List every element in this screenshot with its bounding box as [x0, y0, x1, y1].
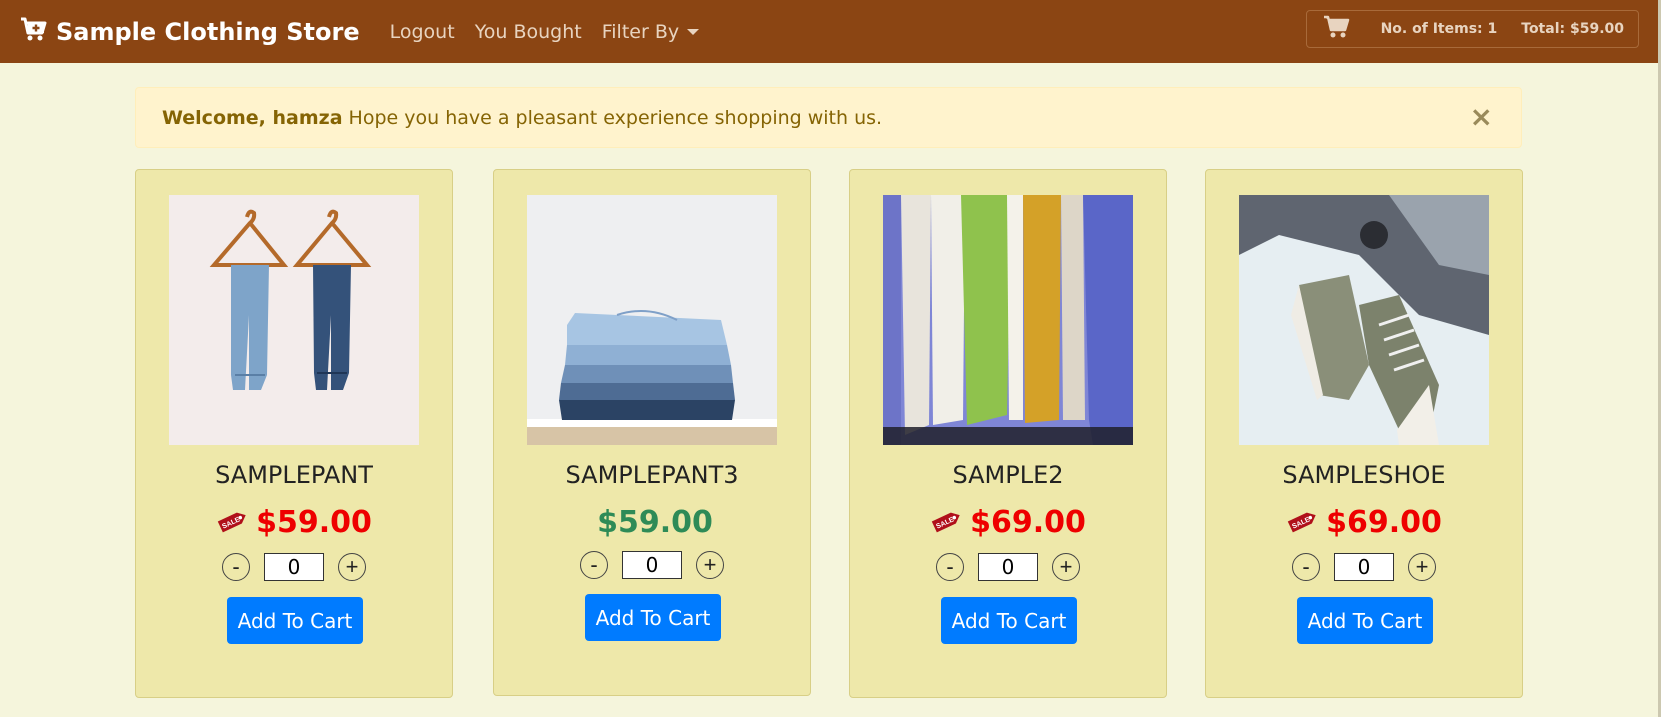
quantity-input[interactable]	[1334, 553, 1394, 581]
price-row: SALE $59.00	[136, 505, 452, 540]
decrement-button[interactable]: -	[936, 553, 964, 581]
navbar: Sample Clothing Store Logout You Bought …	[0, 0, 1661, 63]
decrement-button[interactable]: -	[1292, 553, 1320, 581]
quantity-stepper: - +	[850, 553, 1166, 581]
brand-title: Sample Clothing Store	[56, 17, 360, 46]
quantity-input[interactable]	[264, 553, 324, 581]
product-card: SAMPLEPANT SALE $59.00 - + Add To Cart	[135, 169, 453, 698]
cart-items-count: No. of Items: 1	[1380, 21, 1498, 37]
price-row: $59.00	[494, 505, 810, 540]
add-to-cart-button[interactable]: Add To Cart	[1297, 597, 1433, 644]
quantity-input[interactable]	[622, 551, 682, 579]
product-name[interactable]: SAMPLESHOE	[1206, 461, 1522, 489]
product-price: $69.00	[970, 505, 1086, 540]
nav-links: Logout You Bought Filter By	[390, 21, 719, 43]
alert-greeting: Welcome, hamza	[162, 106, 343, 129]
quantity-stepper: - +	[494, 551, 810, 579]
logout-link[interactable]: Logout	[390, 21, 455, 43]
product-image-folded-jeans	[527, 195, 777, 445]
filter-by-label: Filter By	[601, 20, 680, 43]
welcome-alert: Welcome, hamza Hope you have a pleasant …	[135, 87, 1522, 148]
quantity-stepper: - +	[1206, 553, 1522, 581]
cart-total: Total: $59.00	[1521, 21, 1624, 37]
increment-button[interactable]: +	[1052, 553, 1080, 581]
product-name[interactable]: SAMPLEPANT	[136, 461, 452, 489]
caret-down-icon	[687, 28, 700, 35]
product-price: $69.00	[1326, 505, 1442, 540]
brand[interactable]: Sample Clothing Store	[20, 16, 360, 48]
price-row: SALE $69.00	[850, 505, 1166, 540]
quantity-stepper: - +	[136, 553, 452, 581]
product-card: SAMPLE2 SALE $69.00 - + Add To Cart	[849, 169, 1167, 698]
product-image-shirts	[883, 195, 1133, 445]
alert-message: Hope you have a pleasant experience shop…	[348, 106, 883, 129]
add-to-cart-button[interactable]: Add To Cart	[941, 597, 1077, 644]
decrement-button[interactable]: -	[222, 553, 250, 581]
shopping-cart-icon	[1323, 15, 1351, 43]
increment-button[interactable]: +	[338, 553, 366, 581]
product-image-sneakers	[1239, 195, 1489, 445]
sale-tag-icon: SALE	[216, 507, 250, 539]
increment-button[interactable]: +	[1408, 553, 1436, 581]
price-row: SALE $69.00	[1206, 505, 1522, 540]
add-to-cart-button[interactable]: Add To Cart	[227, 597, 363, 644]
product-price: $59.00	[256, 505, 372, 540]
product-name[interactable]: SAMPLEPANT3	[494, 461, 810, 489]
cart-summary[interactable]: No. of Items: 1 Total: $59.00	[1305, 10, 1639, 48]
product-price: $59.00	[597, 505, 713, 540]
decrement-button[interactable]: -	[580, 551, 608, 579]
quantity-input[interactable]	[978, 553, 1038, 581]
cart-plus-icon	[20, 16, 56, 48]
product-image-hanging-jeans	[169, 195, 419, 445]
sale-tag-icon: SALE	[930, 507, 964, 539]
increment-button[interactable]: +	[696, 551, 724, 579]
product-card: SAMPLEPANT3 $59.00 - + Add To Cart	[493, 169, 811, 696]
product-name[interactable]: SAMPLE2	[850, 461, 1166, 489]
product-card: SAMPLESHOE SALE $69.00 - + Add To Cart	[1205, 169, 1523, 698]
close-icon[interactable]: ×	[1470, 103, 1493, 131]
filter-by-dropdown[interactable]: Filter By	[601, 20, 700, 43]
sale-tag-icon: SALE	[1286, 507, 1320, 539]
you-bought-link[interactable]: You Bought	[475, 21, 582, 43]
add-to-cart-button[interactable]: Add To Cart	[585, 594, 721, 641]
